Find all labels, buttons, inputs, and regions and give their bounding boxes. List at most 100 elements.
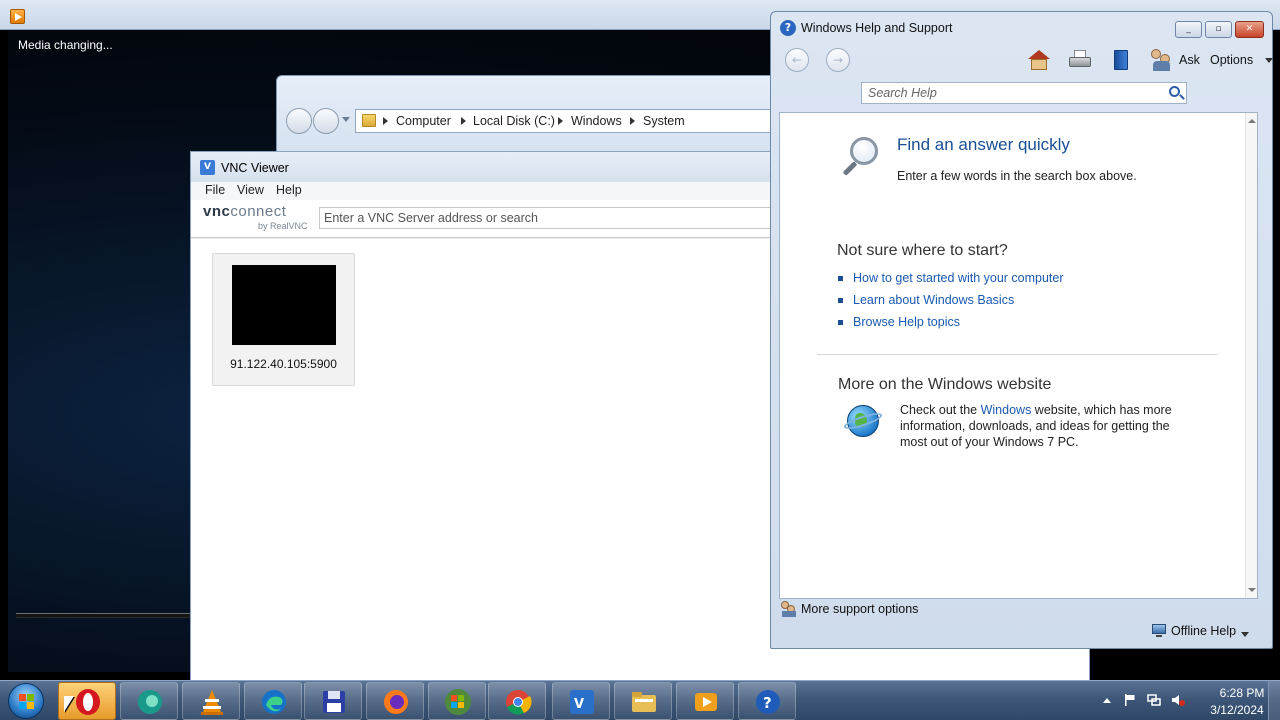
breadcrumb-separator-icon[interactable] [383,117,388,125]
vnc-connection-card[interactable]: 91.122.40.105:5900 [212,253,355,386]
vnc-connect-logo: vncconnect [203,203,286,220]
media-player-app-icon [10,9,25,24]
svg-text:?: ? [763,694,772,712]
help-question-icon: ? [780,20,796,36]
edge-legacy-icon [138,690,162,714]
vnc-logo-text-light: connect [230,203,287,220]
help-scrollbar[interactable] [1245,113,1257,598]
svg-text:V: V [574,697,584,712]
scroll-up-icon[interactable] [1248,119,1256,123]
clock-date[interactable]: 3/12/2024 [1202,703,1272,717]
print-icon[interactable] [1068,48,1092,72]
windows-flag-icon [19,694,35,710]
browse-help-book-icon[interactable] [1109,48,1133,72]
ask-button-label[interactable]: Ask [1179,53,1200,67]
folder-icon [632,692,656,712]
explorer-address-bar[interactable]: Computer Local Disk (C:) Windows System [355,109,805,133]
help-question-icon: ? [756,690,780,714]
start-button[interactable] [8,683,44,719]
action-center-flag-icon[interactable] [1123,693,1137,707]
help-search-box[interactable] [861,82,1187,104]
bullet-icon [838,298,843,303]
show-hidden-icons-caret[interactable] [1103,698,1111,703]
help-forward-button[interactable]: → [826,48,850,72]
breadcrumb-windows[interactable]: Windows [571,114,622,128]
vnc-logo-text: vnc [203,203,231,220]
scroll-down-icon[interactable] [1248,588,1256,592]
close-button[interactable]: ✕ [1235,21,1264,38]
show-desktop-button[interactable] [1268,681,1280,720]
breadcrumb-local-disk[interactable]: Local Disk (C:) [473,114,555,128]
taskbar-media-player-button[interactable] [676,682,734,720]
opera-icon [76,689,100,715]
menu-help[interactable]: Help [276,183,302,197]
taskbar-edge-legacy-button[interactable] [120,682,178,720]
taskbar-help-button[interactable]: ? [738,682,796,720]
media-player-icon [695,693,717,711]
taskbar-save-button[interactable] [304,682,362,720]
menu-file[interactable]: File [205,183,225,197]
offline-help-button[interactable]: Offline Help [1171,624,1236,638]
taskbar-file-explorer-button[interactable] [614,682,672,720]
network-icon[interactable] [1147,693,1161,707]
windows-website-link[interactable]: Windows [981,403,1032,417]
ask-people-icon[interactable] [1149,48,1173,72]
offline-help-caret-icon[interactable] [1241,632,1249,637]
maximize-button[interactable]: ▫ [1205,21,1232,38]
help-window: ? Windows Help and Support _ ▫ ✕ ← → Ask… [770,11,1273,649]
breadcrumb-separator-icon[interactable] [461,117,466,125]
vnc-address-search[interactable] [319,207,779,229]
magnifier-icon [840,137,884,181]
search-icon[interactable] [1169,86,1180,97]
taskbar-vlc-button[interactable] [182,682,240,720]
more-on-website-heading: More on the Windows website [838,376,1052,393]
vlc-cone-icon [201,690,223,715]
taskbar-edge-button[interactable] [244,682,302,720]
help-window-title: Windows Help and Support [801,21,953,35]
breadcrumb-separator-icon[interactable] [630,117,635,125]
explorer-recent-pages-dropdown[interactable] [342,117,350,122]
more-support-options-link[interactable]: More support options [801,602,918,616]
edge-icon [262,690,286,714]
taskbar-firefox-button[interactable] [366,682,424,720]
link-get-started[interactable]: How to get started with your computer [853,271,1064,285]
help-home-icon[interactable] [1027,48,1051,72]
breadcrumb-computer[interactable]: Computer [396,114,451,128]
support-people-icon[interactable] [781,601,797,617]
windows-logo-icon [445,689,471,715]
help-back-button[interactable]: ← [785,48,809,72]
options-button-label[interactable]: Options [1210,53,1253,67]
taskbar-vnc-button[interactable]: V [552,682,610,720]
vnc-logo-subtitle: by RealVNC [258,221,308,231]
vnc-connection-thumbnail[interactable] [232,265,336,345]
help-footer: More support options Offline Help [771,600,1272,650]
menu-view[interactable]: View [237,183,264,197]
explorer-back-button[interactable] [286,108,312,134]
taskbar-chrome-button[interactable] [488,682,546,720]
folder-icon [362,114,376,127]
vnc-address-input[interactable] [320,208,778,228]
help-content-pane: Find an answer quickly Enter a few words… [779,112,1258,599]
vnc-icon: V [570,690,594,714]
options-caret-icon[interactable] [1265,58,1273,63]
clock-time[interactable]: 6:28 PM [1207,686,1277,700]
explorer-forward-button[interactable] [313,108,339,134]
mouse-cursor-icon [64,696,74,712]
minimize-button[interactable]: _ [1175,21,1202,38]
link-windows-basics[interactable]: Learn about Windows Basics [853,293,1014,307]
help-search-input[interactable] [862,83,1162,103]
breadcrumb-separator-icon[interactable] [558,117,563,125]
firefox-icon [384,690,408,714]
media-seek-bar[interactable] [16,613,192,618]
more-text-before: Check out the [900,403,981,417]
volume-muted-icon[interactable] [1171,693,1185,707]
link-browse-help-topics[interactable]: Browse Help topics [853,315,960,329]
floppy-disk-icon [323,691,345,713]
vnc-connection-address: 91.122.40.105:5900 [230,357,337,371]
find-answer-subtext: Enter a few words in the search box abov… [897,169,1137,183]
section-divider [817,354,1218,355]
breadcrumb-system[interactable]: System [643,114,685,128]
more-on-website-text: Check out the Windows website, which has… [900,402,1200,450]
taskbar-windows-button[interactable] [428,682,486,720]
offline-help-monitor-icon[interactable] [1152,624,1168,638]
